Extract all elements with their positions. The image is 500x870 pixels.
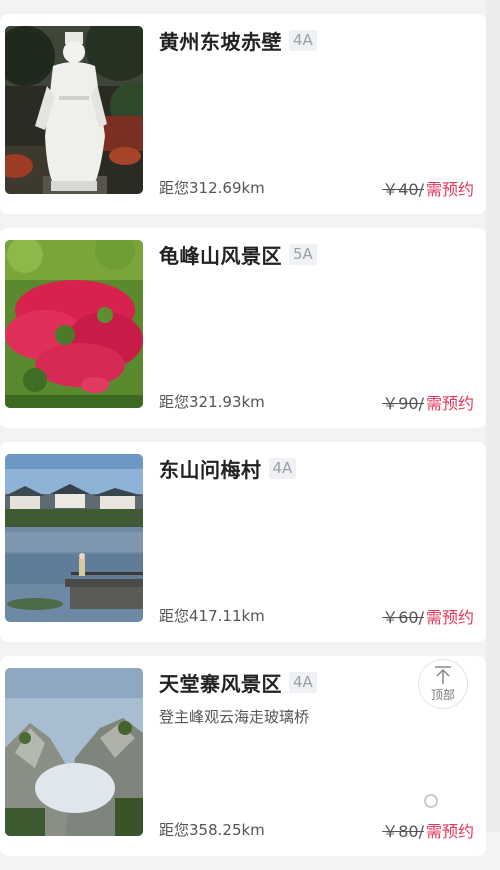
- attraction-name[interactable]: 黄州东坡赤壁: [159, 26, 282, 55]
- attraction-subtitle: 登主峰观云海走玻璃桥: [159, 708, 310, 726]
- title-row: 龟峰山风景区 5A: [159, 240, 317, 268]
- level-badge: 4A: [289, 671, 317, 693]
- attraction-photo-statue[interactable]: [5, 26, 143, 194]
- attraction-name[interactable]: 龟峰山风景区: [159, 240, 282, 269]
- back-to-top-label: 顶部: [430, 688, 455, 702]
- distance-label: 距您312.69km: [159, 179, 265, 197]
- booking-required-label[interactable]: 需预约: [426, 818, 474, 842]
- scroll-edge: [486, 0, 500, 832]
- ticket-price: ￥90/: [382, 394, 424, 413]
- watermark-icon: [424, 794, 438, 808]
- price-info: ￥90/ 需预约: [382, 390, 474, 414]
- distance-label: 距您321.93km: [159, 393, 265, 411]
- attraction-photo-mountain[interactable]: [5, 668, 143, 836]
- distance-label: 距您417.11km: [159, 607, 265, 625]
- booking-required-label[interactable]: 需预约: [426, 390, 474, 414]
- attraction-list: 黄州东坡赤壁 4A 距您312.69km ￥40/ 需预约 龟峰山风景区 5A …: [0, 14, 486, 870]
- ticket-price: ￥60/: [382, 608, 424, 627]
- attraction-card[interactable]: 东山问梅村 4A 距您417.11km ￥60/ 需预约: [0, 442, 486, 642]
- distance-label: 距您358.25km: [159, 821, 265, 839]
- attraction-name[interactable]: 东山问梅村: [159, 454, 262, 483]
- ticket-price: ￥80/: [382, 822, 424, 841]
- level-badge: 5A: [289, 243, 317, 265]
- attraction-card[interactable]: 天堂寨风景区 4A 登主峰观云海走玻璃桥 距您358.25km ￥80/ 需预约: [0, 656, 486, 856]
- title-row: 天堂寨风景区 4A: [159, 668, 317, 696]
- watermark: [424, 794, 442, 808]
- attraction-card[interactable]: 黄州东坡赤壁 4A 距您312.69km ￥40/ 需预约: [0, 14, 486, 214]
- arrow-up-icon: [435, 666, 451, 684]
- attraction-photo-lake-village[interactable]: [5, 454, 143, 622]
- back-to-top-button[interactable]: 顶部: [418, 659, 468, 709]
- price-info: ￥40/ 需预约: [382, 176, 474, 200]
- title-row: 黄州东坡赤壁 4A: [159, 26, 317, 54]
- attraction-photo-azalea[interactable]: [5, 240, 143, 408]
- attraction-name[interactable]: 天堂寨风景区: [159, 668, 282, 697]
- price-info: ￥80/ 需预约: [382, 818, 474, 842]
- level-badge: 4A: [268, 457, 297, 479]
- booking-required-label[interactable]: 需预约: [426, 176, 474, 200]
- title-row: 东山问梅村 4A: [159, 454, 297, 483]
- ticket-price: ￥40/: [382, 180, 424, 199]
- booking-required-label[interactable]: 需预约: [426, 604, 474, 628]
- level-badge: 4A: [289, 29, 317, 51]
- attraction-card[interactable]: 龟峰山风景区 5A 距您321.93km ￥90/ 需预约: [0, 228, 486, 428]
- price-info: ￥60/ 需预约: [382, 604, 474, 628]
